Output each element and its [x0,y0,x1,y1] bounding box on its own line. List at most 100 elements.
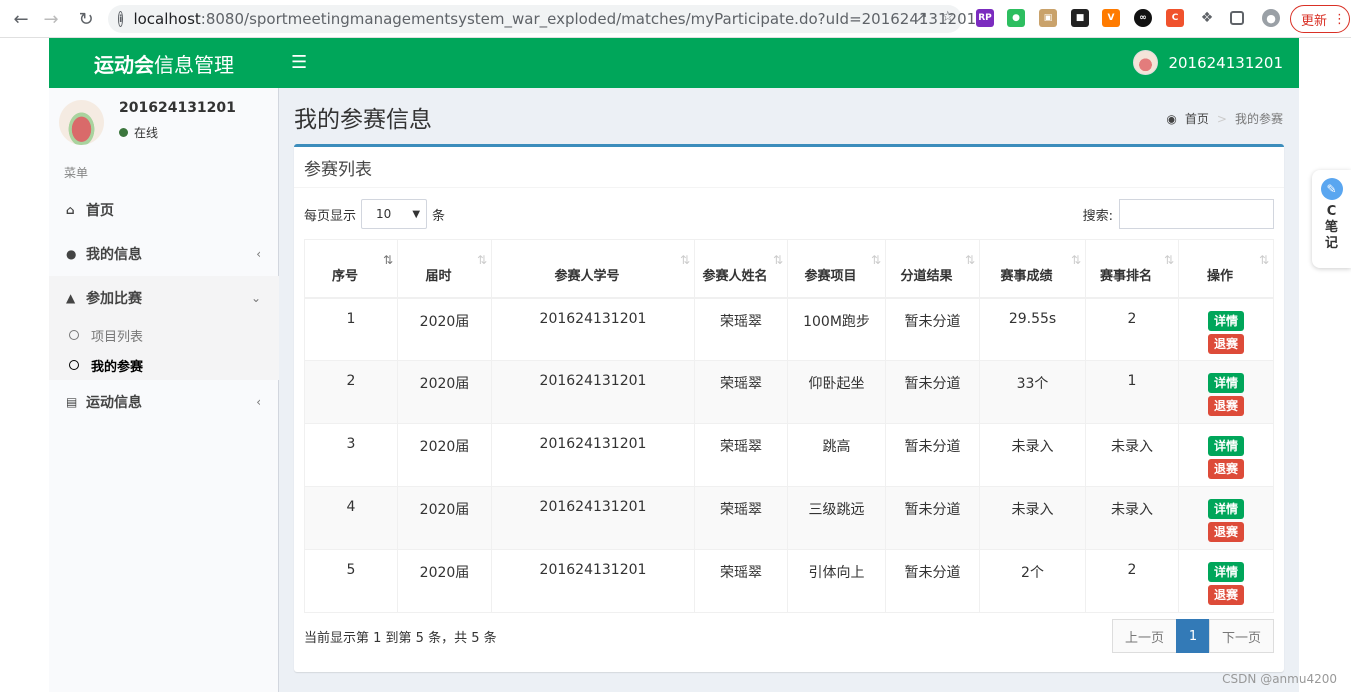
column-header-student-id[interactable]: 参赛人学号 ⇅ [491,239,695,299]
extension-loop-icon[interactable]: ∞ [1134,9,1152,27]
sort-icon[interactable]: ⇅ [871,250,881,270]
extension-image-icon[interactable]: ▣ [1039,9,1057,27]
column-header-name[interactable]: 参赛人姓名 ⇅ [694,239,788,299]
prev-page-button[interactable]: 上一页 [1111,619,1177,653]
column-header-rank[interactable]: 赛事排名 ⇅ [1085,239,1179,299]
info-icon[interactable]: i [118,11,124,27]
detail-button[interactable]: 详情 [1208,499,1244,519]
page-title: 我的参赛信息 [294,107,432,133]
page-length-select[interactable]: 10 ▼ [361,199,428,229]
detail-button[interactable]: 详情 [1208,562,1244,582]
sort-icon[interactable]: ⇅ [477,250,487,270]
sort-asc-icon[interactable]: ⇅ [383,250,393,270]
detail-button[interactable]: 详情 [1208,310,1244,331]
cell-rank: 1 [1085,360,1179,424]
cell-session: 2020届 [397,423,492,487]
box-title: 参赛列表 [304,160,372,180]
quit-button[interactable]: 退赛 [1208,396,1244,416]
reload-icon[interactable]: ↻ [71,4,101,34]
column-label: 参赛人学号 [554,268,620,284]
sidebar-item-competition[interactable]: ▲ 参加比赛 ⌄ [49,276,279,320]
page-1-button[interactable]: 1 [1175,619,1210,653]
sort-icon[interactable]: ⇅ [1164,250,1174,270]
logo-bold: 运动会 [94,52,154,77]
sidebar-toggle-icon[interactable]: ☰ [291,52,307,73]
cell-action: 详情 退赛 [1178,549,1274,613]
search-input[interactable] [1119,199,1274,229]
cell-no: 5 [304,549,398,613]
status-text: 在线 [134,126,159,140]
quit-button[interactable]: 退赛 [1208,522,1244,542]
quit-button[interactable]: 退赛 [1208,585,1244,605]
detail-button[interactable]: 详情 [1208,373,1244,393]
next-page-button[interactable]: 下一页 [1208,619,1274,653]
address-bar[interactable]: i localhost:8080/sportmeetingmanagements… [108,5,976,33]
forward-icon[interactable]: → [36,4,66,34]
extension-chat-icon[interactable]: ● [1007,9,1025,27]
page-length-value: 10 [376,207,392,221]
sidebar-subitem-my-participation[interactable]: 我的参赛 [49,350,279,380]
home-icon: ⌂ [66,203,75,217]
sort-icon[interactable]: ⇅ [680,250,690,270]
share-icon[interactable]: ↗ [916,9,928,25]
column-header-no[interactable]: 序号 ⇅ [304,239,398,299]
cell-action: 详情 退赛 [1178,486,1274,550]
main-header: 运动会 信息管理 ☰ 201624131201 [49,38,1299,88]
table-row: 3 2020届 201624131201 荣瑶翠 跳高 暂未分道 未录入 未录入… [304,423,1274,487]
length-suffix: 条 [432,208,446,224]
column-label: 参赛项目 [804,268,857,284]
sidepanel-icon[interactable] [1230,11,1244,25]
extension-rp-icon[interactable]: RP [976,9,994,27]
cell-lane: 暂未分道 [885,360,980,424]
column-header-action[interactable]: 操作 ⇅ [1178,239,1274,299]
sidebar-item-my-info[interactable]: ● 我的信息 ‹ [49,232,279,276]
update-button[interactable]: 更新 ⋮ [1290,5,1350,33]
sort-icon[interactable]: ⇅ [1259,250,1269,270]
subitem-label: 我的参赛 [91,359,144,375]
extensions-puzzle-icon[interactable]: ❖ [1198,9,1216,27]
cell-score: 未录入 [979,423,1086,487]
search: 搜索: [1083,199,1274,229]
note-widget-letter: C [1326,204,1337,219]
sort-icon[interactable]: ⇅ [965,250,975,270]
extension-c-icon[interactable]: C [1166,9,1184,27]
extension-vip-icon[interactable]: V [1102,9,1120,27]
extension-game-icon[interactable]: ■ [1071,9,1089,27]
column-header-event[interactable]: 参赛项目 ⇅ [787,239,886,299]
cell-student-id: 201624131201 [491,297,695,361]
column-header-score[interactable]: 赛事成绩 ⇅ [979,239,1086,299]
column-label: 赛事成绩 [1000,268,1053,284]
back-icon[interactable]: ← [6,4,36,34]
sidebar-item-home[interactable]: ⌂ 首页 [49,188,279,232]
note-widget[interactable]: ✎ C 笔记 [1312,170,1351,268]
cell-name: 荣瑶翠 [694,297,788,361]
table-header-row: 序号 ⇅ 届时 ⇅ 参赛人学号 ⇅ 参赛人姓名 ⇅ 参赛项目 ⇅ 分道结果 ⇅ 赛事成绩 ⇅ … [304,239,1274,299]
kebab-menu-icon[interactable]: ⋮ [1333,12,1346,27]
logo[interactable]: 运动会 信息管理 [49,38,279,88]
user-menu[interactable]: 201624131201 [1133,50,1283,75]
pagination: 上一页 1 下一页 [1111,619,1274,653]
column-header-lane[interactable]: 分道结果 ⇅ [885,239,980,299]
divider [294,187,1284,188]
submenu: 项目列表 我的参赛 [49,320,279,380]
cell-lane: 暂未分道 [885,486,980,550]
quit-button[interactable]: 退赛 [1208,333,1244,354]
profile-icon[interactable]: ● [1262,9,1280,27]
cell-student-id: 201624131201 [491,423,695,487]
sidebar-item-label: 运动信息 [86,395,142,411]
cell-no: 4 [304,486,398,550]
detail-button[interactable]: 详情 [1208,436,1244,456]
cell-score: 29.55s [979,297,1086,361]
table-row: 2 2020届 201624131201 荣瑶翠 仰卧起坐 暂未分道 33个 1… [304,360,1274,424]
star-icon[interactable]: ☆ [941,9,954,25]
quit-button[interactable]: 退赛 [1208,459,1244,479]
update-label: 更新 [1301,13,1328,29]
sidebar-subitem-event-list[interactable]: 项目列表 [49,320,279,350]
sort-icon[interactable]: ⇅ [773,250,783,270]
sort-icon[interactable]: ⇅ [1071,250,1081,270]
cell-lane: 暂未分道 [885,423,980,487]
breadcrumb-home[interactable]: 首页 [1185,110,1209,127]
sidebar-item-sport-info[interactable]: ▤ 运动信息 ‹ [49,380,279,424]
header-username: 201624131201 [1168,53,1283,72]
column-header-session[interactable]: 届时 ⇅ [397,239,492,299]
